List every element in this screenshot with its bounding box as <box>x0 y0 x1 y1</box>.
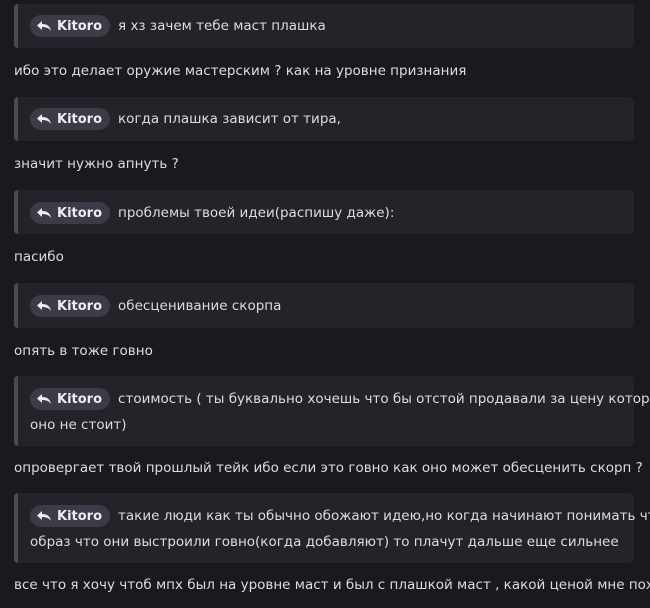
quoted-text-continuation: оно не стоит) <box>30 417 127 433</box>
reply-arrow-icon <box>37 114 51 124</box>
reply-author-name: Kitoro <box>57 508 103 524</box>
quote-block[interactable]: Kitoro проблемы твоей идеи(распишу даже)… <box>14 190 634 234</box>
reply-message: значит нужно апнуть ? <box>14 156 179 172</box>
reply-author-chip[interactable]: Kitoro <box>30 388 111 410</box>
reply-author-name: Kitoro <box>57 18 103 34</box>
reply-arrow-icon <box>37 301 51 311</box>
reply-message: пасибо <box>14 249 64 265</box>
quote-block[interactable]: Kitoro такие люди как ты обычно обожают … <box>14 493 650 563</box>
reply-arrow-icon <box>37 394 51 404</box>
quoted-text-continuation: образ что они выстроили говно(когда доба… <box>30 534 619 550</box>
reply-author-name: Kitoro <box>57 205 103 221</box>
reply-message: опять в тоже говно <box>14 343 153 359</box>
reply-author-chip[interactable]: Kitoro <box>30 15 111 37</box>
reply-message: опровергает твой прошлый тейк ибо если э… <box>14 460 643 476</box>
quoted-text: когда плашка зависит от тира, <box>118 111 341 127</box>
quoted-text: стоимость ( ты буквально хочешь что бы о… <box>118 391 650 407</box>
quoted-text: обесценивание скорпа <box>118 298 282 314</box>
reply-arrow-icon <box>37 511 51 521</box>
reply-arrow-icon <box>37 208 51 218</box>
reply-author-name: Kitoro <box>57 298 103 314</box>
reply-author-chip[interactable]: Kitoro <box>30 295 111 317</box>
quoted-text: я хз зачем тебе маст плашка <box>118 18 326 34</box>
quote-block[interactable]: Kitoro обесценивание скорпа <box>14 283 634 328</box>
quote-block[interactable]: Kitoro когда плашка зависит от тира, <box>14 97 634 141</box>
quote-block[interactable]: Kitoro я хз зачем тебе маст плашка <box>14 4 634 48</box>
quoted-text: такие люди как ты обычно обожают идею,но… <box>118 508 650 524</box>
reply-author-chip[interactable]: Kitoro <box>30 505 111 527</box>
reply-arrow-icon <box>37 21 51 31</box>
quoted-text: проблемы твоей идеи(распишу даже): <box>118 205 395 221</box>
reply-message: все что я хочу чтоб мпх был на уровне ма… <box>14 577 650 593</box>
reply-author-chip[interactable]: Kitoro <box>30 108 111 130</box>
message-feed: Kitoro я хз зачем тебе маст плашка ибо э… <box>0 0 650 608</box>
reply-author-name: Kitoro <box>57 111 103 127</box>
reply-message: ибо это делает оружие мастерским ? как н… <box>14 63 467 79</box>
quote-block[interactable]: Kitoro стоимость ( ты буквально хочешь ч… <box>14 376 650 446</box>
reply-author-name: Kitoro <box>57 391 103 407</box>
reply-author-chip[interactable]: Kitoro <box>30 202 111 224</box>
